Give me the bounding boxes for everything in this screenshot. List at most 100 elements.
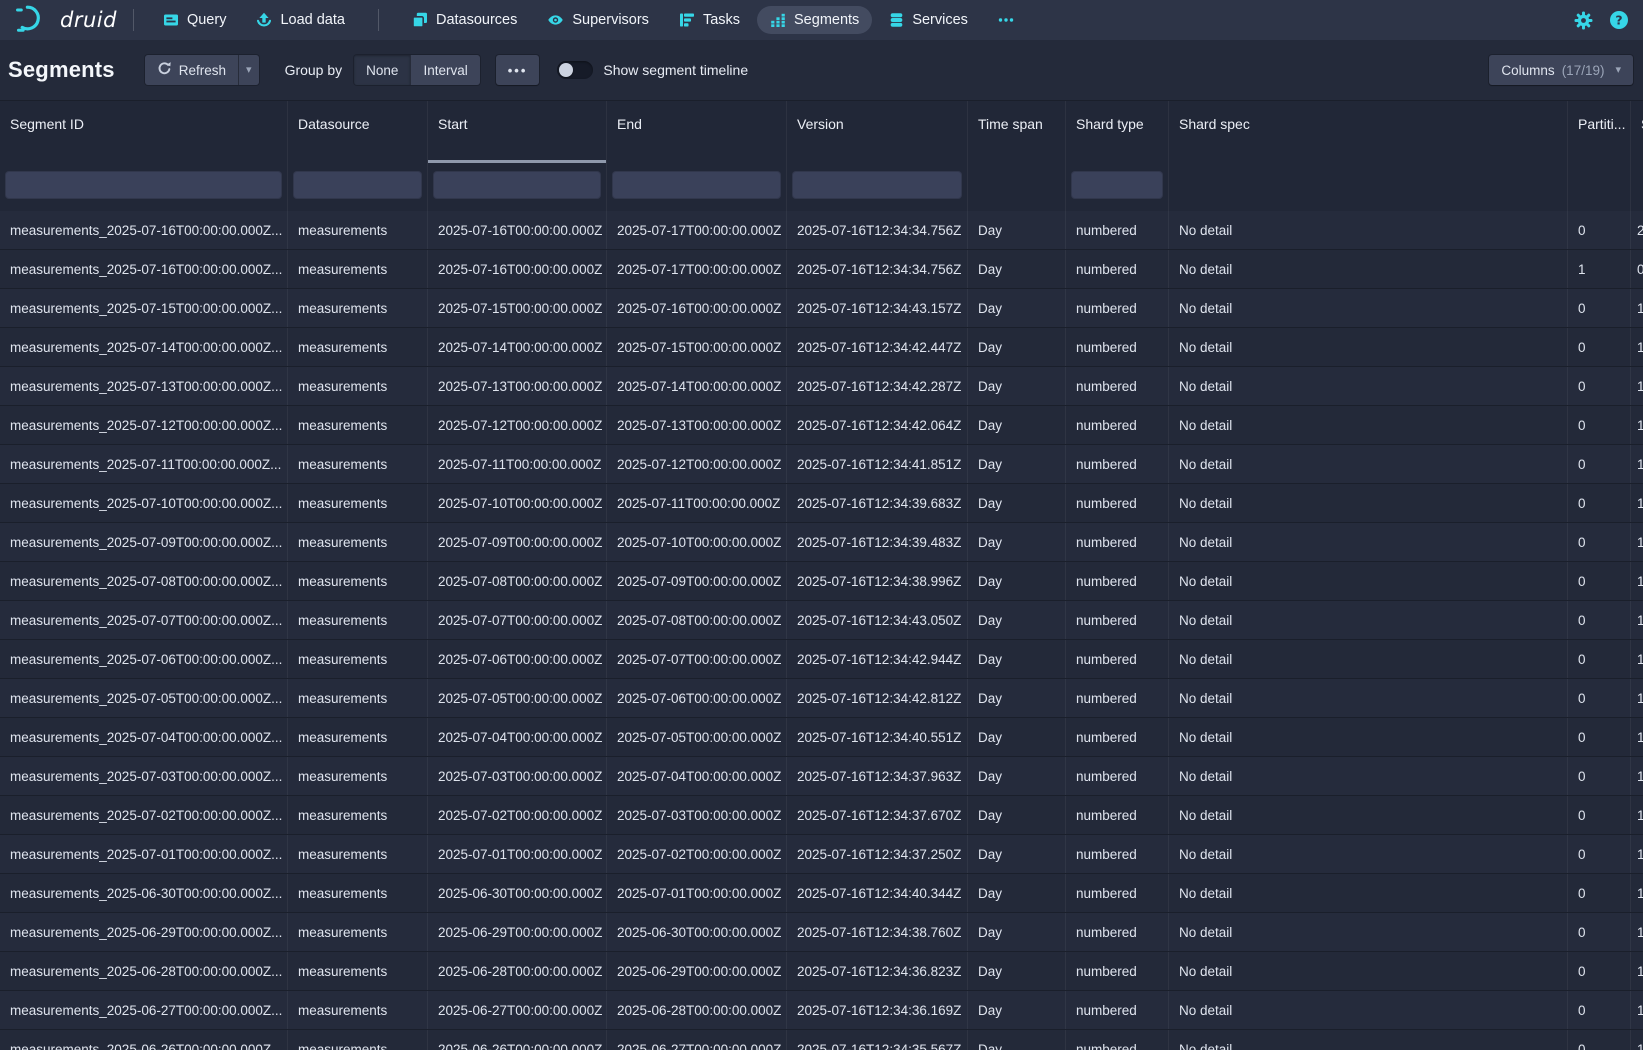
nav-item-label: Datasources bbox=[436, 12, 517, 28]
column-header-label: Datasource bbox=[298, 116, 370, 132]
cell-time_span: Day bbox=[968, 211, 1066, 249]
svg-text:?: ? bbox=[1615, 13, 1622, 28]
column-header-shard_spec[interactable]: Shard spec bbox=[1169, 101, 1568, 163]
group-by-none-button[interactable]: None bbox=[354, 55, 410, 85]
cell-version: 2025-07-16T12:34:40.344Z bbox=[787, 874, 968, 912]
cell-datasource: measurements bbox=[288, 601, 428, 639]
cell-shard_spec: No detail bbox=[1169, 757, 1568, 795]
cell-shard_spec: No detail bbox=[1169, 523, 1568, 561]
nav-item-more[interactable] bbox=[985, 6, 1027, 34]
cell-size: 1 bbox=[1631, 874, 1643, 912]
help-icon[interactable]: ? bbox=[1609, 10, 1629, 30]
column-header-shard_type[interactable]: Shard type bbox=[1066, 101, 1169, 163]
column-header-datasource[interactable]: Datasource bbox=[288, 101, 428, 163]
eye-icon bbox=[547, 12, 564, 28]
cell-version: 2025-07-16T12:34:38.760Z bbox=[787, 913, 968, 951]
more-options-button[interactable]: ••• bbox=[496, 55, 540, 85]
column-header-label: Version bbox=[797, 116, 844, 132]
column-header-partition[interactable]: Partiti... bbox=[1568, 101, 1631, 163]
cell-shard_type: numbered bbox=[1066, 991, 1169, 1029]
table-row[interactable]: measurements_2025-06-30T00:00:00.000Z...… bbox=[0, 874, 1643, 913]
group-by-segmented: None Interval bbox=[354, 55, 480, 85]
nav-item-segments[interactable]: Segments bbox=[757, 6, 872, 34]
cell-shard_type: numbered bbox=[1066, 562, 1169, 600]
cell-time_span: Day bbox=[968, 406, 1066, 444]
cell-version: 2025-07-16T12:34:38.996Z bbox=[787, 562, 968, 600]
cell-version: 2025-07-16T12:34:42.812Z bbox=[787, 679, 968, 717]
column-header-time_span[interactable]: Time span bbox=[968, 101, 1066, 163]
table-row[interactable]: measurements_2025-07-01T00:00:00.000Z...… bbox=[0, 835, 1643, 874]
table-row[interactable]: measurements_2025-07-15T00:00:00.000Z...… bbox=[0, 289, 1643, 328]
cell-segment_id: measurements_2025-07-09T00:00:00.000Z... bbox=[0, 523, 288, 561]
cell-version: 2025-07-16T12:34:41.851Z bbox=[787, 445, 968, 483]
filter-input-version[interactable] bbox=[792, 171, 962, 199]
cell-shard_spec: No detail bbox=[1169, 952, 1568, 990]
nav-item-load-data[interactable]: Load data bbox=[243, 6, 358, 34]
filter-input-end[interactable] bbox=[612, 171, 781, 199]
column-header-version[interactable]: Version bbox=[787, 101, 968, 163]
filter-input-start[interactable] bbox=[433, 171, 601, 199]
cell-size: 1 bbox=[1631, 679, 1643, 717]
nav-item-supervisors[interactable]: Supervisors bbox=[534, 6, 662, 34]
filter-cell-time_span bbox=[968, 163, 1066, 211]
filter-input-segment_id[interactable] bbox=[5, 171, 282, 199]
table-row[interactable]: measurements_2025-07-14T00:00:00.000Z...… bbox=[0, 328, 1643, 367]
nav-item-query[interactable]: Query bbox=[150, 6, 240, 34]
cell-segment_id: measurements_2025-07-11T00:00:00.000Z... bbox=[0, 445, 288, 483]
cell-start: 2025-07-11T00:00:00.000Z bbox=[428, 445, 607, 483]
settings-gear-icon[interactable] bbox=[1574, 11, 1593, 30]
cell-partition: 0 bbox=[1568, 601, 1631, 639]
table-row[interactable]: measurements_2025-07-11T00:00:00.000Z...… bbox=[0, 445, 1643, 484]
cell-time_span: Day bbox=[968, 250, 1066, 288]
filter-input-datasource[interactable] bbox=[293, 171, 422, 199]
refresh-dropdown-button[interactable]: ▾ bbox=[238, 55, 259, 85]
druid-brand[interactable]: druid bbox=[14, 3, 117, 38]
cell-start: 2025-07-13T00:00:00.000Z bbox=[428, 367, 607, 405]
nav-item-services[interactable]: Services bbox=[876, 6, 981, 34]
cell-time_span: Day bbox=[968, 328, 1066, 366]
column-header-label: Partiti... bbox=[1578, 116, 1625, 132]
table-row[interactable]: measurements_2025-07-09T00:00:00.000Z...… bbox=[0, 523, 1643, 562]
columns-button[interactable]: Columns (17/19) ▾ bbox=[1489, 55, 1633, 85]
table-row[interactable]: measurements_2025-06-29T00:00:00.000Z...… bbox=[0, 913, 1643, 952]
segment-timeline-switch[interactable]: Show segment timeline bbox=[557, 61, 748, 79]
cell-datasource: measurements bbox=[288, 679, 428, 717]
cell-size: 1 bbox=[1631, 1030, 1643, 1050]
cell-shard_type: numbered bbox=[1066, 523, 1169, 561]
cell-shard_type: numbered bbox=[1066, 367, 1169, 405]
column-header-start[interactable]: Start bbox=[428, 101, 607, 163]
filter-input-shard_type[interactable] bbox=[1071, 171, 1163, 199]
column-header-end[interactable]: End bbox=[607, 101, 787, 163]
table-row[interactable]: measurements_2025-07-07T00:00:00.000Z...… bbox=[0, 601, 1643, 640]
table-row[interactable]: measurements_2025-07-04T00:00:00.000Z...… bbox=[0, 718, 1643, 757]
cell-end: 2025-06-30T00:00:00.000Z bbox=[607, 913, 787, 951]
table-row[interactable]: measurements_2025-07-02T00:00:00.000Z...… bbox=[0, 796, 1643, 835]
table-row[interactable]: measurements_2025-07-05T00:00:00.000Z...… bbox=[0, 679, 1643, 718]
table-row[interactable]: measurements_2025-06-26T00:00:00.000Z...… bbox=[0, 1030, 1643, 1050]
column-header-segment_id[interactable]: Segment ID bbox=[0, 101, 288, 163]
nav-item-datasources[interactable]: Datasources bbox=[399, 6, 530, 34]
group-by-interval-button[interactable]: Interval bbox=[410, 55, 479, 85]
table-row[interactable]: measurements_2025-07-08T00:00:00.000Z...… bbox=[0, 562, 1643, 601]
cell-end: 2025-06-28T00:00:00.000Z bbox=[607, 991, 787, 1029]
group-by-label: Group by bbox=[285, 62, 343, 78]
table-row[interactable]: measurements_2025-07-06T00:00:00.000Z...… bbox=[0, 640, 1643, 679]
cell-partition: 1 bbox=[1568, 250, 1631, 288]
table-row[interactable]: measurements_2025-06-27T00:00:00.000Z...… bbox=[0, 991, 1643, 1030]
cell-time_span: Day bbox=[968, 835, 1066, 873]
nav-item-tasks[interactable]: Tasks bbox=[666, 6, 753, 34]
cell-version: 2025-07-16T12:34:42.447Z bbox=[787, 328, 968, 366]
table-row[interactable]: measurements_2025-07-10T00:00:00.000Z...… bbox=[0, 484, 1643, 523]
cell-end: 2025-06-27T00:00:00.000Z bbox=[607, 1030, 787, 1050]
column-header-size[interactable]: S bbox=[1631, 101, 1643, 163]
table-row[interactable]: measurements_2025-07-12T00:00:00.000Z...… bbox=[0, 406, 1643, 445]
table-row[interactable]: measurements_2025-07-03T00:00:00.000Z...… bbox=[0, 757, 1643, 796]
table-row[interactable]: measurements_2025-07-16T00:00:00.000Z...… bbox=[0, 211, 1643, 250]
table-row[interactable]: measurements_2025-06-28T00:00:00.000Z...… bbox=[0, 952, 1643, 991]
column-header-label: Start bbox=[438, 116, 468, 132]
refresh-button[interactable]: Refresh bbox=[145, 55, 238, 85]
table-row[interactable]: measurements_2025-07-16T00:00:00.000Z...… bbox=[0, 250, 1643, 289]
cell-end: 2025-07-09T00:00:00.000Z bbox=[607, 562, 787, 600]
cell-end: 2025-07-07T00:00:00.000Z bbox=[607, 640, 787, 678]
table-row[interactable]: measurements_2025-07-13T00:00:00.000Z...… bbox=[0, 367, 1643, 406]
